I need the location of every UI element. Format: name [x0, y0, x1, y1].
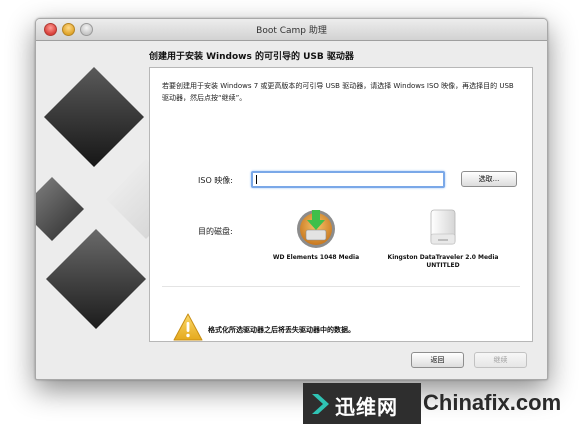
external-drive-icon: [297, 210, 335, 248]
back-button[interactable]: 返回: [411, 352, 464, 368]
logo-diamond-bottom: [46, 229, 146, 329]
divider: [162, 286, 520, 287]
watermark-en: Chinafix.com: [423, 390, 562, 415]
iso-label: ISO 映像:: [198, 176, 233, 185]
instructions-text: 若要创建用于安装 Windows 7 或更高版本的可引导 USB 驱动器，请选择…: [162, 82, 514, 102]
content-panel: 若要创建用于安装 Windows 7 或更高版本的可引导 USB 驱动器，请选择…: [149, 67, 533, 342]
disk-volume-kingston: UNTITLED: [426, 262, 460, 269]
watermark-badge: 迅维网: [303, 383, 421, 424]
watermark-arrow-icon: [312, 394, 329, 414]
disk-option-wd[interactable]: WD Elements 1048 Media: [266, 206, 366, 266]
logo-diamond-left: [36, 177, 84, 241]
boot-camp-window: Boot Camp 助理 创建用于安装 Windows 的可引导的 USB 驱动…: [35, 18, 548, 380]
disk-name-wd: WD Elements 1048 Media: [272, 254, 360, 261]
logo-diamond-top: [44, 67, 144, 167]
window-title: Boot Camp 助理: [256, 26, 327, 36]
choose-iso-button[interactable]: 选取...: [461, 171, 517, 187]
text-caret: [256, 175, 257, 184]
disk-option-kingston[interactable]: Kingston DataTraveler 2.0 Media UNTITLED: [378, 206, 508, 276]
warning-text: 格式化所选驱动器之后将丢失驱动器中的数据。: [208, 326, 355, 334]
iso-path-input[interactable]: [251, 171, 445, 188]
continue-button[interactable]: 继续: [474, 352, 527, 368]
warning-icon: [173, 313, 203, 341]
watermark-cn: 迅维网: [335, 395, 398, 419]
title-bar: Boot Camp 助理: [36, 19, 547, 41]
disk-name-kingston: Kingston DataTraveler 2.0 Media: [387, 254, 499, 261]
page-heading: 创建用于安装 Windows 的可引导的 USB 驱动器: [149, 52, 354, 62]
usb-drive-icon: [430, 209, 456, 245]
destination-disk-label: 目的磁盘:: [198, 227, 233, 236]
